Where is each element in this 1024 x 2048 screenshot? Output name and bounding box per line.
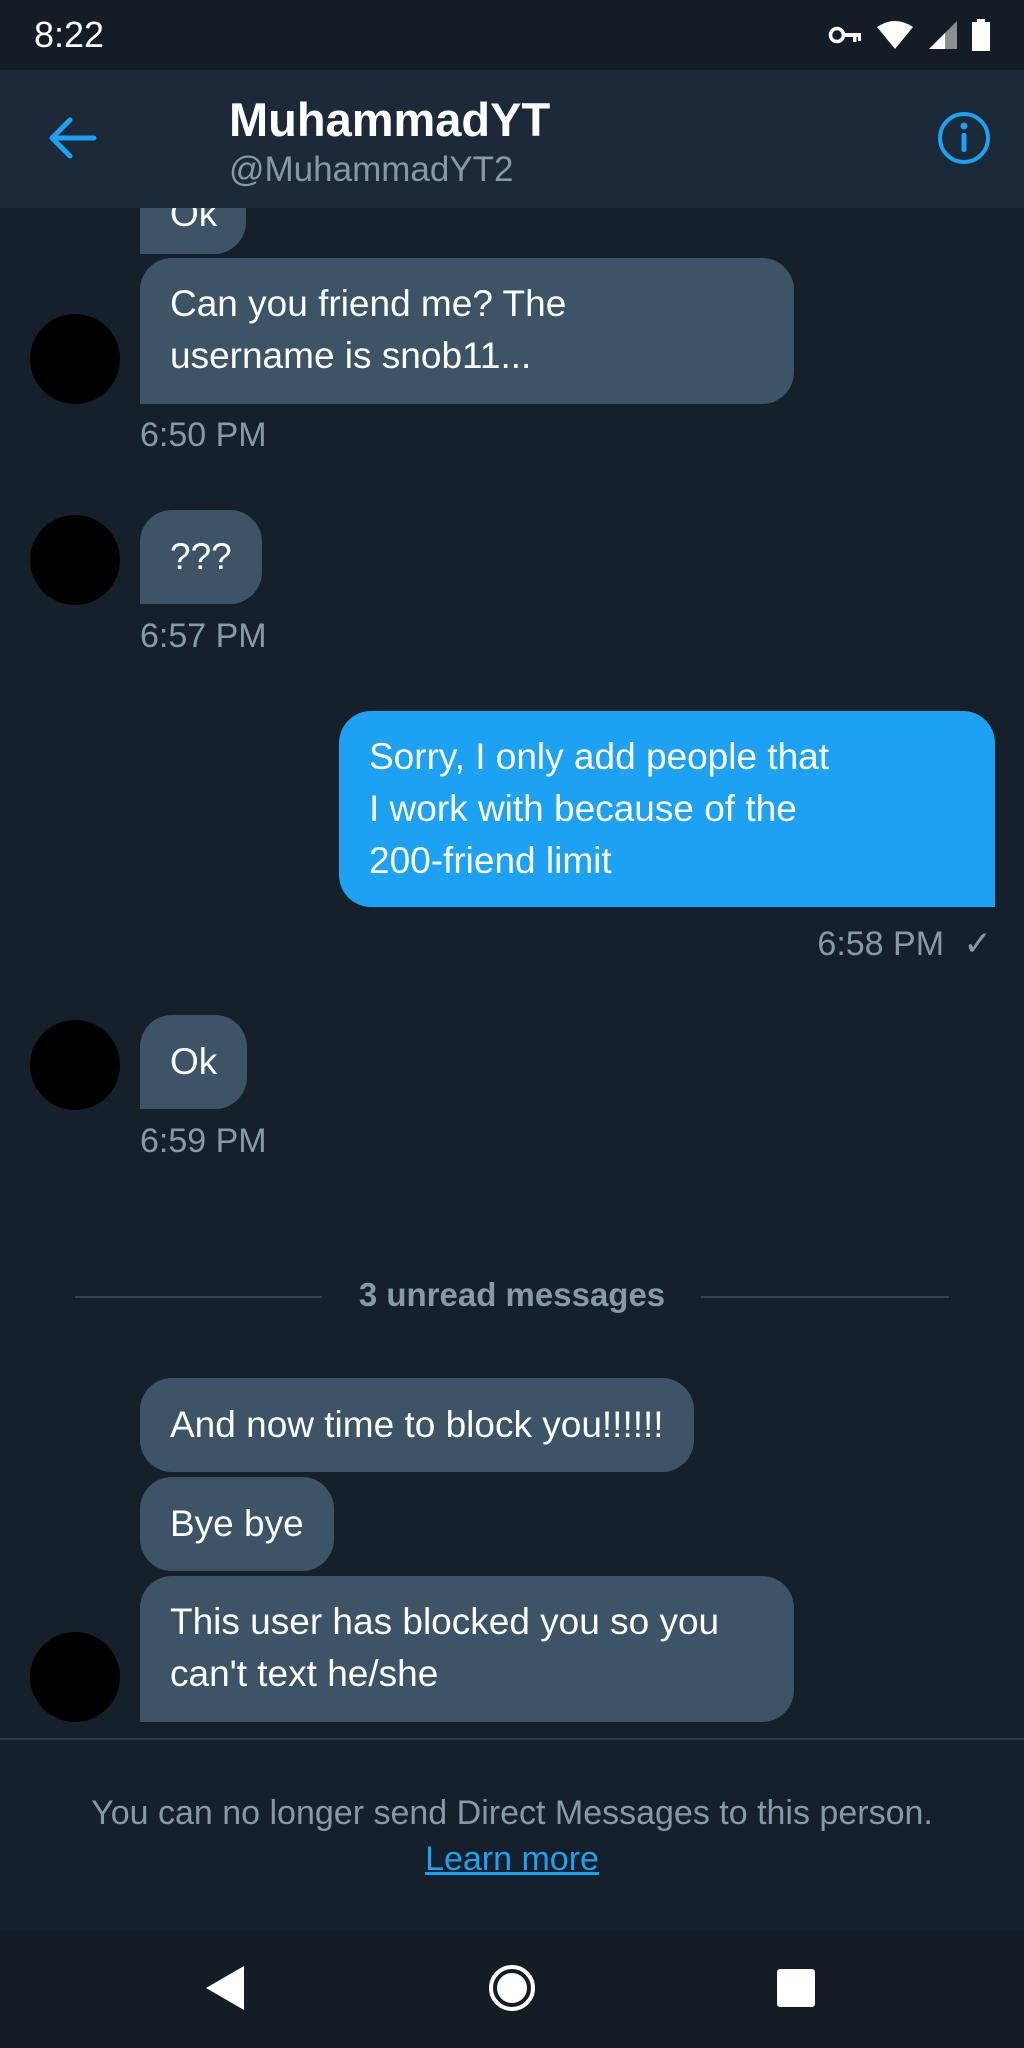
- message-text: Bye bye: [170, 1503, 304, 1544]
- message-text: ???: [170, 536, 232, 577]
- message-text: Ok: [170, 208, 218, 234]
- message-text-line: Sorry, I only add people that: [369, 736, 830, 777]
- triangle-back-icon[interactable]: [196, 1960, 252, 2016]
- avatar[interactable]: [30, 314, 120, 404]
- battery-icon: [972, 19, 990, 51]
- contact-name[interactable]: MuhammadYT: [229, 92, 550, 147]
- message-time: 6:58 PM: [817, 925, 945, 963]
- read-check-icon: ✓: [963, 925, 993, 963]
- message-timestamp: 6:58 PM ✓: [817, 924, 992, 964]
- message-bubble-incoming[interactable]: And now time to block you!!!!!!: [140, 1378, 694, 1472]
- message-text: And now time to block you!!!!!!: [170, 1404, 664, 1445]
- avatar[interactable]: [30, 515, 120, 605]
- message-text-line: This user has blocked you so you: [170, 1601, 720, 1642]
- key-icon: [828, 26, 861, 44]
- message-text-line: username is snob11...: [170, 335, 532, 376]
- status-bar: 8:22: [0, 0, 1024, 70]
- message-bubble-incoming[interactable]: Ok: [140, 208, 246, 254]
- dm-blocked-notice: You can no longer send Direct Messages t…: [0, 1738, 1024, 1932]
- message-bubble-incoming[interactable]: Can you friend me? The username is snob1…: [140, 258, 794, 404]
- status-time: 8:22: [34, 14, 105, 55]
- blocked-notice-text: You can no longer send Direct Messages t…: [91, 1794, 933, 1832]
- info-icon[interactable]: [936, 110, 992, 166]
- status-icons: [828, 16, 990, 54]
- square-recents-icon[interactable]: [768, 1960, 824, 2016]
- conversation-header: MuhammadYT @MuhammadYT2: [0, 70, 1024, 208]
- message-bubble-incoming[interactable]: ???: [140, 510, 262, 604]
- message-text-line: I work with because of the: [369, 788, 797, 829]
- avatar[interactable]: [30, 1632, 120, 1722]
- contact-handle: @MuhammadYT2: [229, 150, 514, 189]
- circle-home-icon[interactable]: [484, 1960, 540, 2016]
- unread-messages-divider: 3 unread messages: [358, 1276, 666, 1313]
- signal-icon: [929, 21, 957, 49]
- message-text-line: can't text he/she: [170, 1653, 439, 1694]
- message-timestamp: 6:59 PM: [140, 1122, 267, 1160]
- back-arrow-icon[interactable]: [44, 110, 100, 166]
- message-bubble-incoming[interactable]: Bye bye: [140, 1477, 334, 1571]
- message-text: Ok: [170, 1041, 218, 1082]
- message-timestamp: 6:50 PM: [140, 416, 267, 454]
- avatar[interactable]: [30, 1020, 120, 1110]
- learn-more-link[interactable]: Learn more: [425, 1840, 599, 1878]
- message-timestamp: 6:57 PM: [140, 617, 267, 655]
- message-text-line: Can you friend me? The: [170, 283, 567, 324]
- message-bubble-incoming[interactable]: This user has blocked you so you can't t…: [140, 1576, 794, 1722]
- message-bubble-outgoing[interactable]: Sorry, I only add people that I work wit…: [339, 711, 995, 907]
- wifi-icon: [877, 21, 913, 49]
- message-text-line: 200-friend limit: [369, 840, 612, 881]
- system-navigation-bar: [0, 1930, 1024, 2048]
- message-list[interactable]: Ok Can you friend me? The username is sn…: [0, 208, 1024, 1738]
- learn-more-row: Learn more: [0, 1840, 1024, 1879]
- message-bubble-incoming[interactable]: Ok: [140, 1015, 248, 1109]
